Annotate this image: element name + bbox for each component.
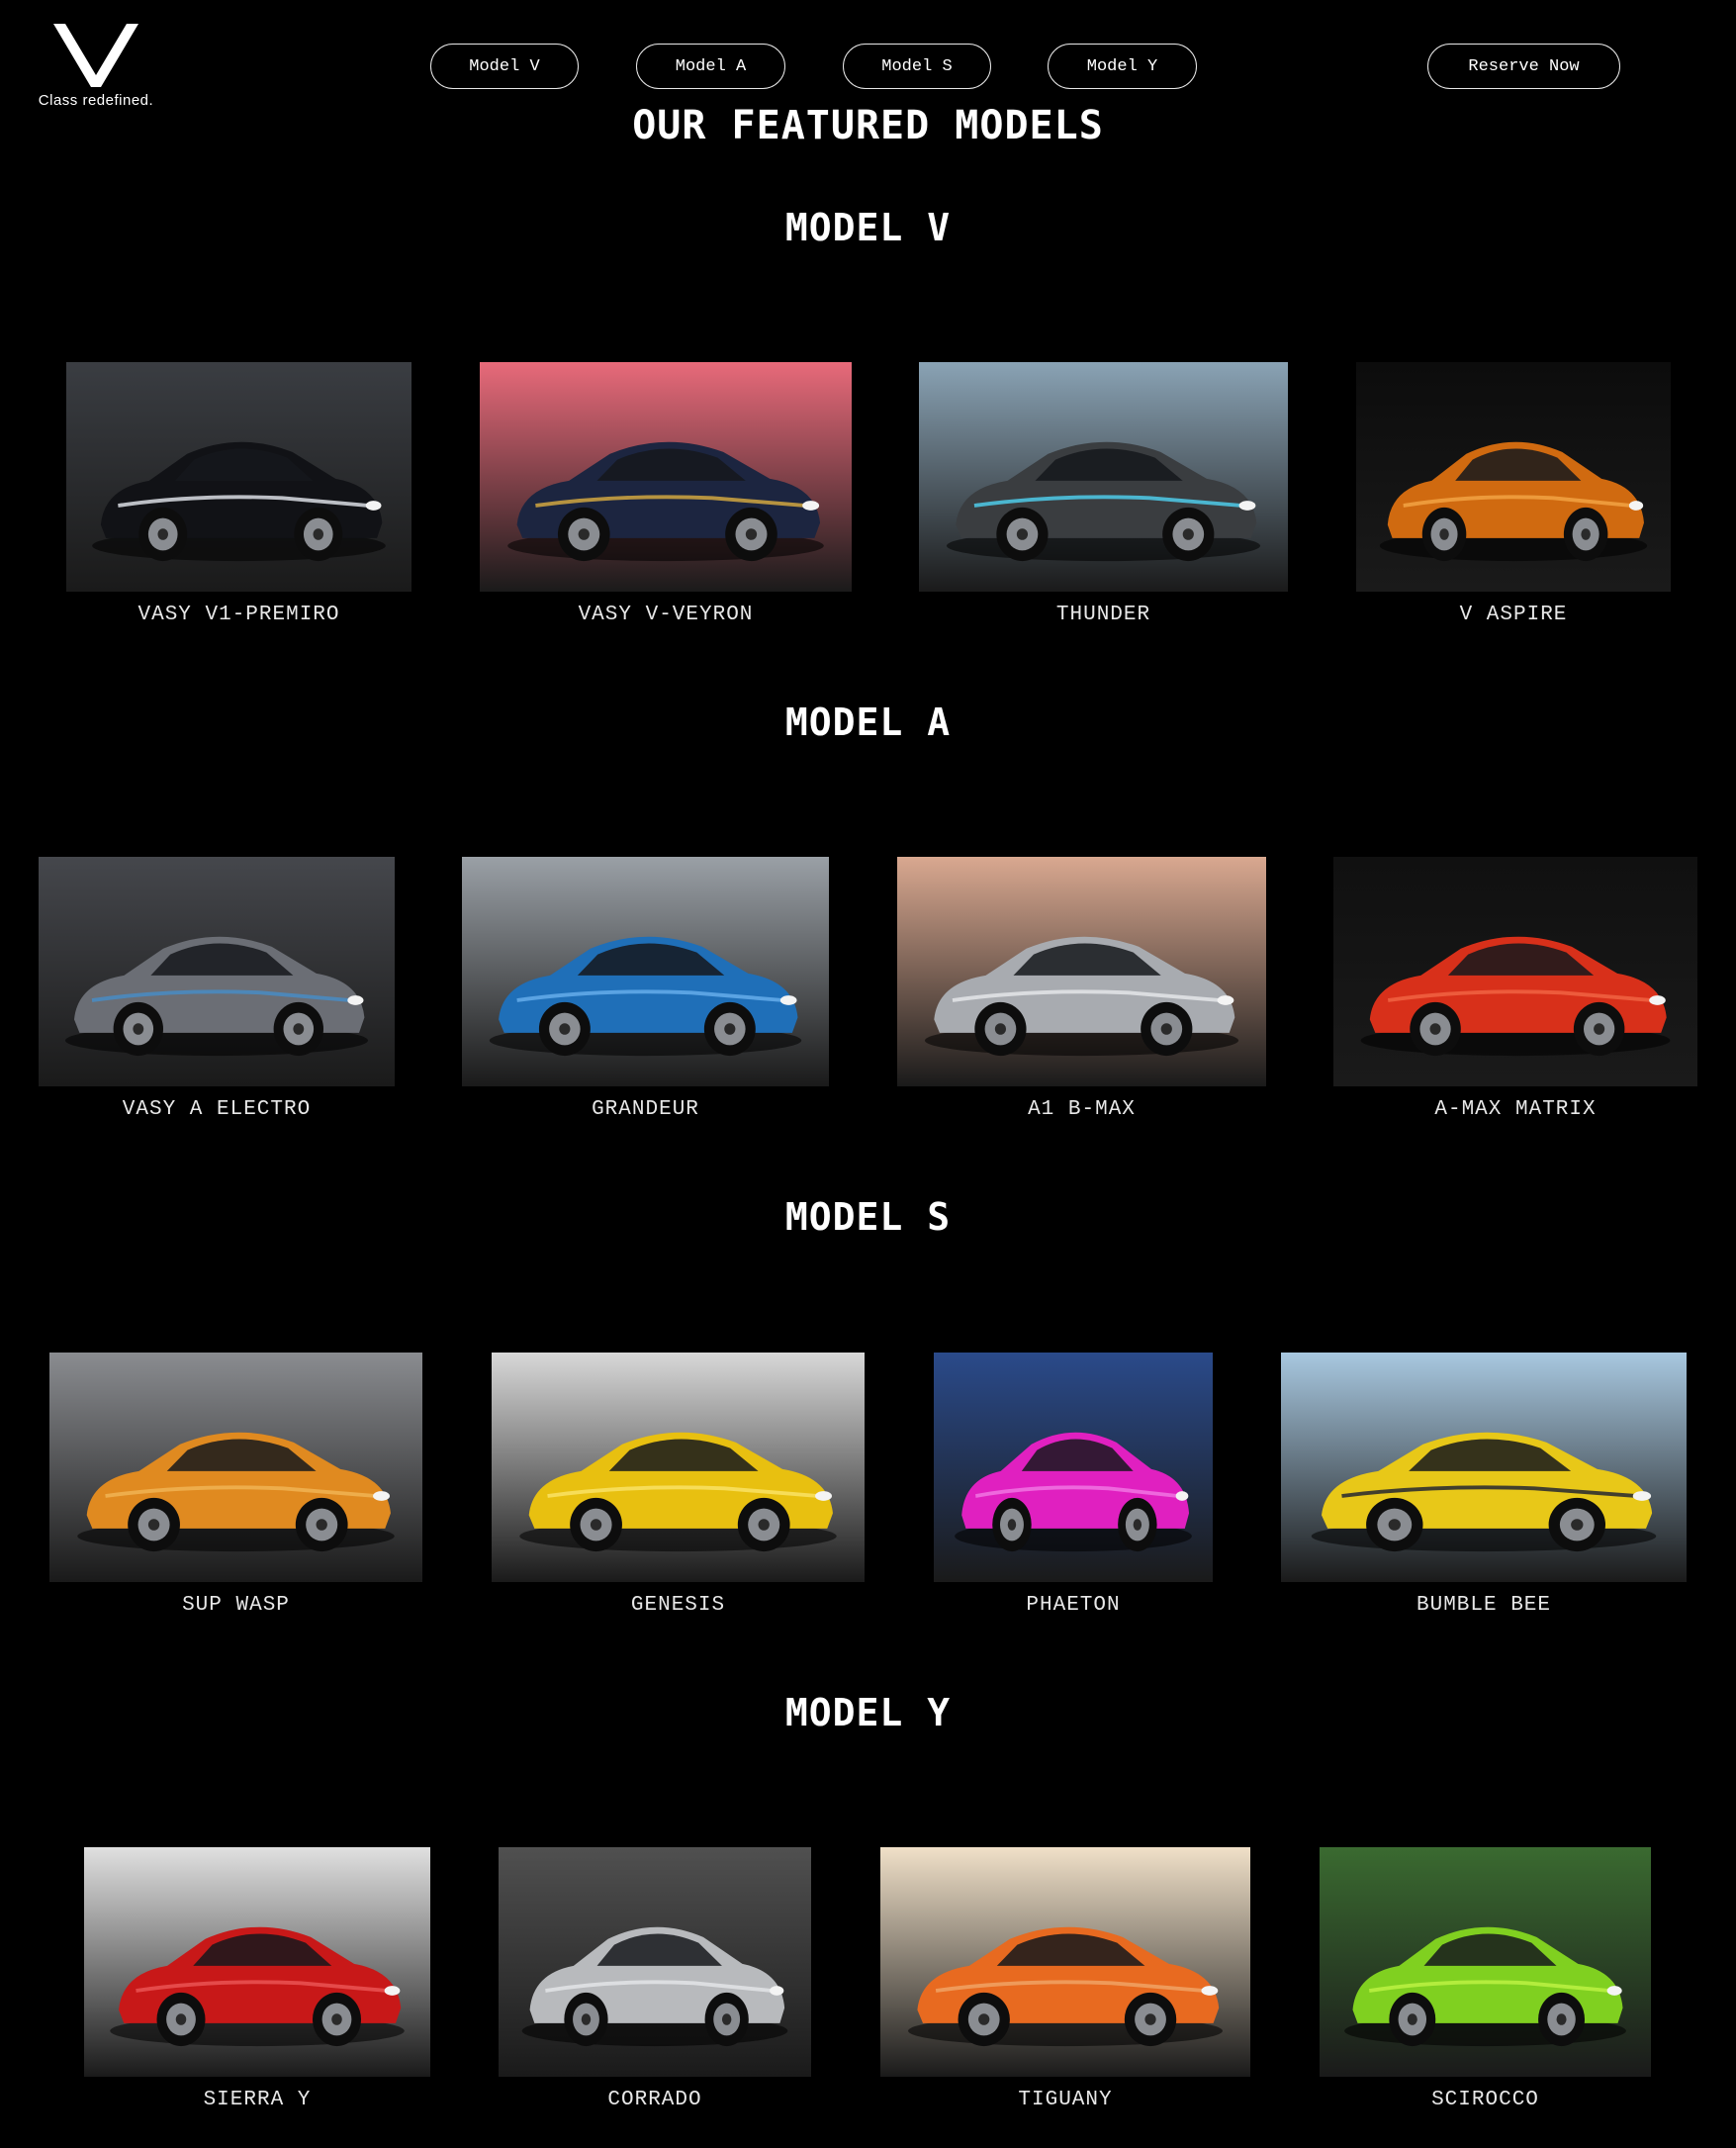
car-name: BUMBLE BEE (1416, 1594, 1552, 1617)
car-illustration (39, 857, 395, 1086)
car-name: PHAETON (1026, 1594, 1121, 1617)
car-name: A-MAX MATRIX (1434, 1098, 1597, 1121)
section-title-model-a: MODEL A (784, 700, 952, 744)
car-name: GENESIS (630, 1594, 726, 1617)
brand-logo[interactable]: Class redefined. (22, 24, 170, 113)
car-photo[interactable] (480, 362, 852, 592)
page-title: OUR FEATURED MODELS (632, 103, 1104, 148)
car-photo[interactable] (39, 857, 395, 1086)
nav-model-s[interactable]: Model S (843, 44, 991, 89)
car-photo[interactable] (919, 362, 1288, 592)
car-illustration (880, 1847, 1250, 2077)
car-name: SIERRA Y (203, 2089, 312, 2111)
logo-v-icon (53, 24, 138, 87)
car-photo[interactable] (1281, 1353, 1687, 1582)
car-name: VASY V-VEYRON (578, 604, 754, 626)
section-title-model-y: MODEL Y (784, 1691, 952, 1734)
car-illustration (49, 1353, 422, 1582)
car-name: VASY V1-PREMIRO (137, 604, 340, 626)
car-illustration (66, 362, 411, 592)
car-illustration (1320, 1847, 1651, 2077)
car-photo[interactable] (492, 1353, 865, 1582)
nav-model-a[interactable]: Model A (636, 44, 785, 89)
car-name: V ASPIRE (1459, 604, 1568, 626)
car-name: SCIROCCO (1431, 2089, 1539, 2111)
section-title-model-s: MODEL S (784, 1195, 952, 1239)
car-photo[interactable] (1356, 362, 1671, 592)
car-illustration (897, 857, 1266, 1086)
car-illustration (499, 1847, 811, 2077)
car-illustration (919, 362, 1288, 592)
car-name: THUNDER (1055, 604, 1151, 626)
car-photo[interactable] (66, 362, 411, 592)
car-illustration (462, 857, 829, 1086)
section-title-model-v: MODEL V (784, 206, 952, 249)
car-illustration (1356, 362, 1671, 592)
nav-model-v[interactable]: Model V (430, 44, 579, 89)
car-photo[interactable] (84, 1847, 430, 2077)
nav-model-y[interactable]: Model Y (1048, 44, 1197, 89)
car-illustration (1281, 1353, 1687, 1582)
car-illustration (84, 1847, 430, 2077)
car-name: SUP WASP (182, 1594, 290, 1617)
car-illustration (492, 1353, 865, 1582)
car-photo[interactable] (499, 1847, 811, 2077)
car-photo[interactable] (1320, 1847, 1651, 2077)
car-name: TIGUANY (1018, 2089, 1113, 2111)
car-name: GRANDEUR (592, 1098, 699, 1121)
car-photo[interactable] (880, 1847, 1250, 2077)
car-photo[interactable] (934, 1353, 1213, 1582)
car-name: A1 B-MAX (1028, 1098, 1136, 1121)
car-name: VASY A ELECTRO (122, 1098, 312, 1121)
car-photo[interactable] (462, 857, 829, 1086)
car-illustration (1333, 857, 1697, 1086)
car-illustration (480, 362, 852, 592)
car-photo[interactable] (49, 1353, 422, 1582)
car-photo[interactable] (897, 857, 1266, 1086)
car-name: CORRADO (607, 2089, 702, 2111)
car-photo[interactable] (1333, 857, 1697, 1086)
reserve-now-button[interactable]: Reserve Now (1427, 44, 1620, 89)
car-illustration (934, 1353, 1213, 1582)
